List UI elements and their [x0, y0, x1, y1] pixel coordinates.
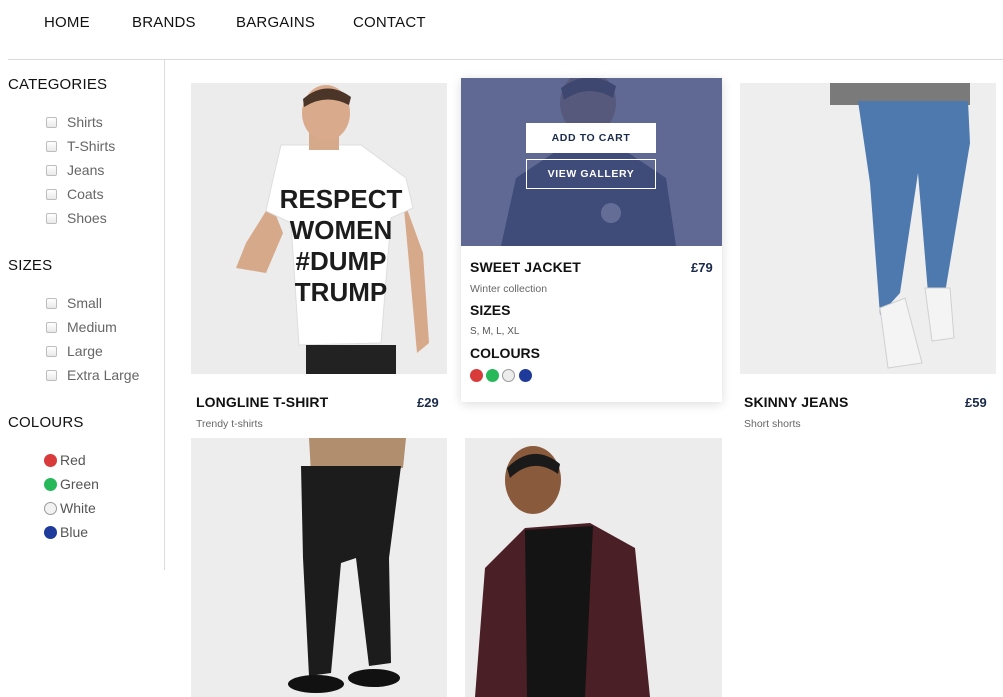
tshirt-print-line: TRUMP	[295, 277, 387, 307]
filter-label: Medium	[67, 319, 117, 335]
product-price: £79	[691, 260, 713, 275]
filter-category-coats[interactable]: Coats	[46, 185, 104, 203]
nav-home[interactable]: HOME	[44, 14, 90, 31]
checkbox[interactable]	[46, 188, 57, 200]
product-card-longline-tshirt[interactable]: RESPECT WOMEN #DUMP TRUMP LONGLINE T-SHI…	[191, 83, 447, 433]
product-name[interactable]: SWEET JACKET	[470, 259, 581, 275]
product-image[interactable]: RESPECT WOMEN #DUMP TRUMP	[191, 83, 447, 374]
colour-swatch-red[interactable]	[470, 369, 483, 382]
product-price: £29	[417, 395, 439, 410]
top-navigation: HOME BRANDS BARGAINS CONTACT	[0, 0, 1003, 60]
checkbox[interactable]	[46, 164, 57, 176]
filter-label: Extra Large	[67, 367, 140, 383]
filter-size-large[interactable]: Large	[46, 342, 103, 360]
sizes-heading: SIZES	[8, 257, 53, 274]
filter-label: Blue	[60, 524, 89, 540]
nav-bargains[interactable]: BARGAINS	[236, 14, 315, 31]
checkbox[interactable]	[46, 297, 57, 309]
colour-swatch-blue[interactable]	[519, 369, 532, 382]
product-card-skinny-jeans[interactable]: SKINNY JEANS £59 Short shorts	[740, 83, 996, 433]
colour-swatch-white[interactable]	[502, 369, 515, 382]
red-swatch-icon	[44, 453, 57, 467]
filter-label: Red	[60, 452, 86, 468]
filter-label: Green	[60, 476, 99, 492]
filter-colour-blue[interactable]: Blue	[44, 523, 88, 541]
tshirt-print-line: #DUMP	[295, 246, 386, 276]
product-card-sweet-jacket[interactable]: ADD TO CART VIEW GALLERY SWEET JACKET £7…	[461, 78, 722, 402]
product-name[interactable]: SKINNY JEANS	[744, 394, 848, 410]
bomber-model-illustration	[465, 438, 722, 697]
view-gallery-button[interactable]: VIEW GALLERY	[526, 159, 656, 189]
checkbox[interactable]	[46, 212, 57, 224]
checkbox[interactable]	[46, 116, 57, 128]
add-to-cart-button[interactable]: ADD TO CART	[526, 123, 656, 153]
tshirt-model-illustration: RESPECT WOMEN #DUMP TRUMP	[191, 83, 447, 374]
green-swatch-icon	[44, 477, 57, 491]
product-subtitle: Trendy t-shirts	[196, 418, 263, 430]
filter-size-medium[interactable]: Medium	[46, 318, 117, 336]
product-card-black-jeans[interactable]	[191, 438, 447, 697]
filter-label: Large	[67, 343, 103, 359]
filter-label: Shirts	[67, 114, 103, 130]
colours-heading: COLOURS	[8, 414, 84, 431]
blue-swatch-icon	[44, 525, 57, 539]
jeans-model-illustration	[740, 83, 996, 374]
product-subtitle: Short shorts	[744, 418, 801, 430]
checkbox[interactable]	[46, 345, 57, 357]
filter-colour-white[interactable]: White	[44, 499, 96, 517]
product-subtitle: Winter collection	[470, 283, 548, 295]
filter-label: Small	[67, 295, 103, 311]
filter-category-jeans[interactable]: Jeans	[46, 161, 104, 179]
black-jeans-model-illustration	[191, 438, 447, 697]
filter-size-small[interactable]: Small	[46, 294, 102, 312]
tshirt-print-line: WOMEN	[290, 215, 393, 245]
filter-label: T-Shirts	[67, 138, 116, 154]
filter-colour-red[interactable]: Red	[44, 451, 86, 469]
product-card-bomber-jacket[interactable]	[465, 438, 722, 697]
white-swatch-icon	[44, 501, 57, 515]
filter-sidebar: CATEGORIES Shirts T-Shirts Jeans Coats S…	[0, 60, 165, 570]
tshirt-print-line: RESPECT	[280, 184, 403, 214]
checkbox[interactable]	[46, 140, 57, 152]
product-image[interactable]	[740, 83, 996, 374]
product-image[interactable]	[191, 438, 447, 697]
checkbox[interactable]	[46, 369, 57, 381]
colours-title: COLOURS	[470, 345, 540, 361]
sizes-title: SIZES	[470, 302, 511, 318]
filter-label: Jeans	[67, 162, 105, 178]
product-name[interactable]: LONGLINE T-SHIRT	[196, 394, 328, 410]
filter-size-extra-large[interactable]: Extra Large	[46, 366, 139, 384]
filter-category-shoes[interactable]: Shoes	[46, 209, 107, 227]
checkbox[interactable]	[46, 321, 57, 333]
product-image[interactable]	[465, 438, 722, 697]
nav-contact[interactable]: CONTACT	[353, 14, 426, 31]
filter-category-shirts[interactable]: Shirts	[46, 113, 103, 131]
filter-label: Coats	[67, 186, 104, 202]
filter-colour-green[interactable]: Green	[44, 475, 99, 493]
available-sizes: S, M, L, XL	[470, 326, 520, 337]
colour-swatch-green[interactable]	[486, 369, 499, 382]
filter-label: White	[60, 500, 96, 516]
filter-label: Shoes	[67, 210, 107, 226]
filter-category-tshirts[interactable]: T-Shirts	[46, 137, 115, 155]
categories-heading: CATEGORIES	[8, 76, 108, 93]
product-price: £59	[965, 395, 987, 410]
nav-brands[interactable]: BRANDS	[132, 14, 196, 31]
